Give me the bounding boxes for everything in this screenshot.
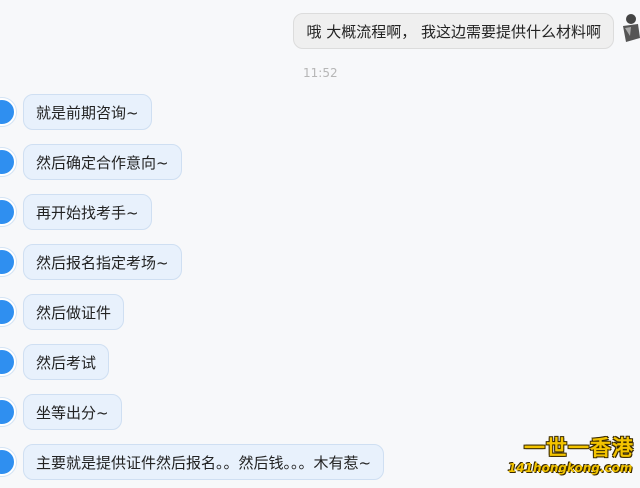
incoming-message: 坐等出分~ [0,394,640,430]
incoming-bubble[interactable]: 然后确定合作意向~ [23,144,182,180]
incoming-bubble[interactable]: 就是前期咨询~ [23,94,152,130]
incoming-message: 再开始找考手~ [0,194,640,230]
incoming-bubble[interactable]: 然后考试 [23,344,110,380]
user-avatar-icon[interactable] [618,12,640,42]
outgoing-bubble[interactable]: 哦 大概流程啊， 我这边需要提供什么材料啊 [293,13,614,49]
incoming-bubble[interactable]: 再开始找考手~ [23,194,152,230]
outgoing-message: 哦 大概流程啊， 我这边需要提供什么材料啊 [0,0,640,60]
contact-avatar-icon[interactable] [0,348,16,376]
incoming-message: 就是前期咨询~ [0,94,640,130]
watermark-title: 一世一香港 [524,436,634,460]
contact-avatar-icon[interactable] [0,298,16,326]
incoming-bubble[interactable]: 然后报名指定考场~ [23,244,182,280]
incoming-message: 然后报名指定考场~ [0,244,640,280]
incoming-bubble[interactable]: 然后做证件 [23,294,125,330]
incoming-bubble[interactable]: 坐等出分~ [23,394,122,430]
incoming-message: 然后确定合作意向~ [0,144,640,180]
contact-avatar-icon[interactable] [0,98,16,126]
incoming-message: 然后做证件 [0,294,640,330]
message-timestamp: 11:52 [303,66,338,80]
contact-avatar-icon[interactable] [0,248,16,276]
contact-avatar-icon[interactable] [0,398,16,426]
site-watermark-logo: 一世一香港 141hongkong.com [508,436,634,480]
incoming-message: 然后考试 [0,344,640,380]
incoming-bubble[interactable]: 主要就是提供证件然后报名。。然后钱。。。木有惹~ [23,444,385,480]
contact-avatar-icon[interactable] [0,148,16,176]
contact-avatar-icon[interactable] [0,198,16,226]
contact-avatar-icon[interactable] [0,448,16,476]
watermark-site: 141hongkong.com [508,461,633,475]
